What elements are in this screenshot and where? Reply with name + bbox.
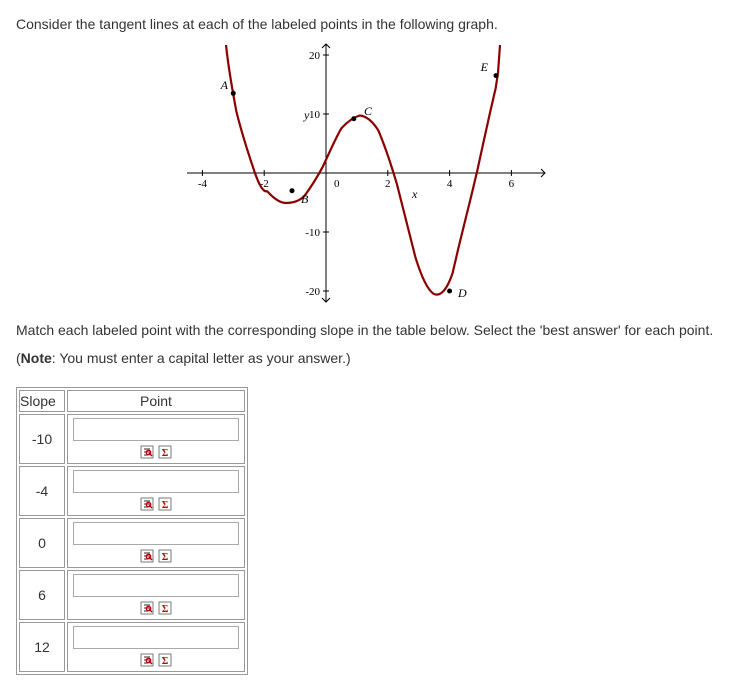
match-instruction: Match each labeled point with the corres… — [16, 319, 715, 343]
svg-text:Σ: Σ — [162, 604, 169, 615]
table-row: 0 Σ — [19, 518, 245, 568]
note-bold: Note — [21, 350, 52, 366]
slope-value: -4 — [19, 466, 65, 516]
point-input[interactable] — [73, 574, 239, 597]
graph-container: -4 -2 0 2 4 6 20 10 -10 -20 y x A — [16, 43, 715, 303]
slope-value: 12 — [19, 622, 65, 672]
svg-text:20: 20 — [309, 50, 321, 62]
svg-text:Σ: Σ — [162, 500, 169, 511]
note-rest: : You must enter a capital letter as you… — [52, 350, 351, 366]
help-icon[interactable]: Σ — [157, 444, 173, 460]
tangent-graph: -4 -2 0 2 4 6 20 10 -10 -20 y x A — [186, 43, 546, 303]
svg-text:y: y — [303, 108, 310, 122]
svg-text:A: A — [219, 78, 228, 92]
point-input[interactable] — [73, 626, 239, 649]
help-icon[interactable]: Σ — [157, 652, 173, 668]
svg-text:2: 2 — [385, 178, 391, 190]
svg-text:C: C — [364, 104, 373, 118]
table-row: -4 Σ — [19, 466, 245, 516]
help-icon[interactable]: Σ — [157, 548, 173, 564]
preview-icon[interactable] — [139, 496, 155, 512]
svg-text:4: 4 — [446, 178, 452, 190]
svg-text:D: D — [457, 286, 467, 300]
help-icon[interactable]: Σ — [157, 600, 173, 616]
svg-text:Σ: Σ — [162, 656, 169, 667]
intro-text: Consider the tangent lines at each of th… — [16, 14, 715, 35]
slope-value: 6 — [19, 570, 65, 620]
preview-icon[interactable] — [139, 548, 155, 564]
svg-text:6: 6 — [508, 178, 514, 190]
svg-text:-20: -20 — [305, 286, 320, 298]
svg-text:-10: -10 — [305, 227, 320, 239]
preview-icon[interactable] — [139, 652, 155, 668]
point-input[interactable] — [73, 470, 239, 493]
preview-icon[interactable] — [139, 600, 155, 616]
svg-text:10: 10 — [309, 109, 321, 121]
slope-value: 0 — [19, 518, 65, 568]
slope-value: -10 — [19, 414, 65, 464]
slope-point-table: Slope Point -10 Σ -4 Σ 0 Σ — [16, 387, 248, 675]
point-input[interactable] — [73, 418, 239, 441]
svg-text:Σ: Σ — [162, 552, 169, 563]
table-row: 12 Σ — [19, 622, 245, 672]
svg-text:x: x — [411, 187, 418, 201]
help-icon[interactable]: Σ — [157, 496, 173, 512]
table-row: 6 Σ — [19, 570, 245, 620]
svg-text:Σ: Σ — [162, 448, 169, 459]
note-text: (Note: You must enter a capital letter a… — [16, 347, 715, 369]
point-input[interactable] — [73, 522, 239, 545]
table-row: -10 Σ — [19, 414, 245, 464]
header-point: Point — [67, 390, 245, 412]
svg-text:0: 0 — [334, 178, 340, 190]
preview-icon[interactable] — [139, 444, 155, 460]
header-slope: Slope — [19, 390, 65, 412]
svg-text:B: B — [301, 192, 309, 206]
svg-text:-4: -4 — [197, 178, 207, 190]
table-header-row: Slope Point — [19, 390, 245, 412]
svg-text:E: E — [479, 60, 488, 74]
